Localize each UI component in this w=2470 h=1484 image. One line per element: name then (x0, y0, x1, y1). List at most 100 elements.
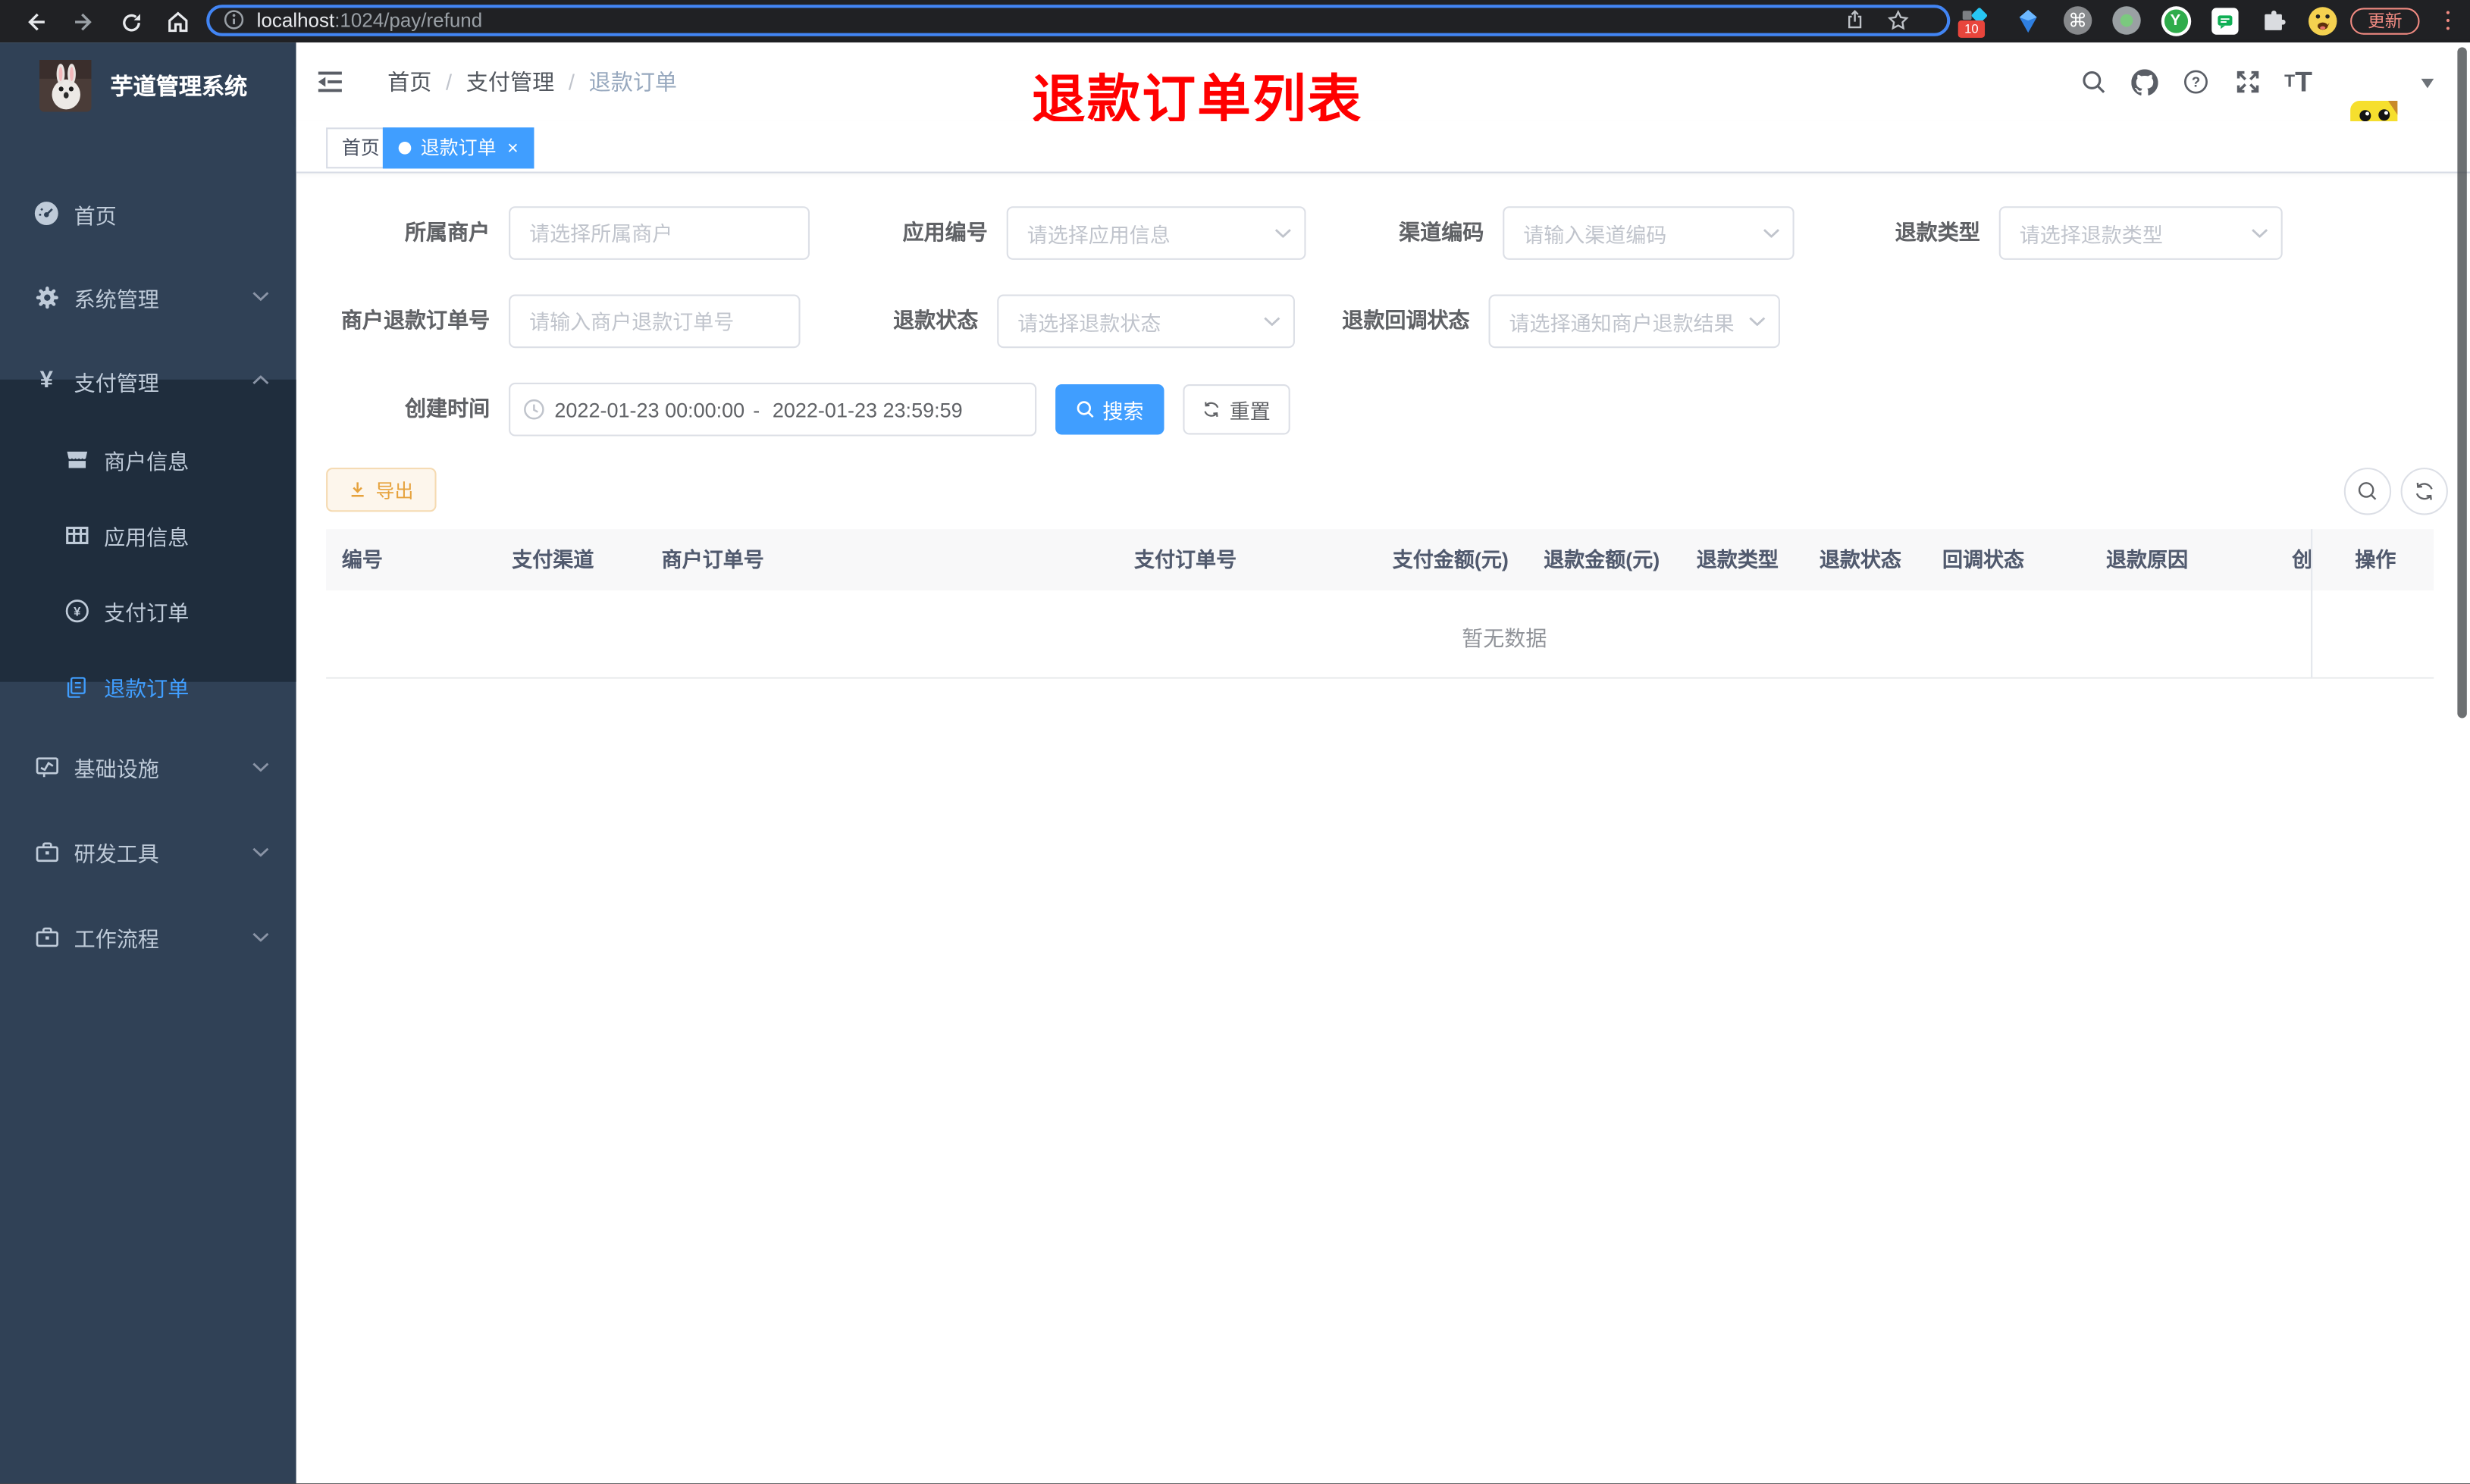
filter-label-create-time: 创建时间 (404, 396, 491, 421)
browser-menu-icon[interactable] (2432, 5, 2464, 36)
url-text: localhost:1024/pay/refund (256, 8, 483, 31)
chevron-down-icon (252, 762, 269, 772)
breadcrumb: 首页 / 支付管理 / 退款订单 (387, 42, 677, 121)
extension-chat-icon[interactable] (2208, 5, 2240, 36)
tab-refund-order[interactable]: 退款订单 × (382, 127, 534, 169)
date-end-value: 2022-01-23 23:59:59 (772, 397, 963, 421)
sidebar-item-merchant-info[interactable]: 商户信息 (0, 422, 296, 498)
sidebar: 芋道管理系统 首页 系统管理 ¥ 支付管理 商户信息 应用信息 ¥ 支付订单 退… (0, 42, 296, 1484)
briefcase-icon (33, 839, 60, 864)
create-time-range-picker[interactable]: 2022-01-23 00:00:00 - 2022-01-23 23:59:5… (509, 382, 1037, 437)
sidebar-item-dev-tools[interactable]: 研发工具 (0, 809, 296, 894)
sidebar-item-label: 商户信息 (104, 450, 190, 474)
column-header: 回调状态 (1942, 548, 2025, 572)
date-separator: - (753, 397, 760, 421)
search-icon[interactable] (2073, 42, 2114, 121)
url-bar[interactable]: localhost:1024/pay/refund (206, 4, 1951, 36)
merchant-input[interactable] (509, 206, 810, 260)
table-search-toggle-button[interactable] (2343, 468, 2392, 515)
column-header: 商户订单号 (661, 548, 764, 572)
sidebar-logo[interactable]: 芋道管理系统 (0, 42, 296, 127)
sidebar-item-infrastructure[interactable]: 基础设施 (0, 725, 296, 809)
sidebar-item-label: 首页 (74, 204, 117, 228)
browser-chrome: localhost:1024/pay/refund 10 ⌘ Y 更新 (0, 0, 2470, 43)
browser-back-icon[interactable] (22, 8, 50, 36)
sidebar-item-pay[interactable]: ¥ 支付管理 (0, 339, 296, 422)
sidebar-item-app-info[interactable]: 应用信息 (0, 498, 296, 574)
merchant-refund-no-input[interactable] (509, 294, 801, 349)
sidebar-item-pay-order[interactable]: ¥ 支付订单 (0, 573, 296, 649)
sidebar-item-refund-order[interactable]: 退款订单 (0, 649, 296, 725)
briefcase-icon (33, 925, 60, 950)
breadcrumb-section[interactable]: 支付管理 (466, 66, 554, 98)
extension-command-icon[interactable]: ⌘ (2062, 5, 2094, 36)
sidebar-item-workflow[interactable]: 工作流程 (0, 894, 296, 979)
app-select[interactable]: 请选择应用信息 (1006, 206, 1306, 260)
fullscreen-icon[interactable] (2227, 42, 2268, 121)
sidebar-item-label: 支付订单 (104, 601, 190, 625)
sidebar-collapse-icon[interactable] (318, 71, 343, 93)
share-icon[interactable] (1845, 9, 1865, 30)
breadcrumb-home[interactable]: 首页 (387, 66, 431, 98)
app-title: 芋道管理系统 (110, 74, 248, 100)
avatar-caret-icon[interactable] (2421, 78, 2434, 89)
filter-label-merchant: 所属商户 (404, 220, 491, 245)
sidebar-item-label: 研发工具 (74, 842, 159, 866)
help-icon[interactable]: ? (2175, 42, 2216, 121)
store-icon (63, 447, 89, 472)
extension-y-icon[interactable]: Y (2160, 5, 2192, 36)
top-navbar: 首页 / 支付管理 / 退款订单 退款订单列表 ? TT (296, 42, 2470, 149)
bookmark-star-icon[interactable] (1887, 8, 1909, 30)
logo-avatar (39, 58, 92, 111)
refund-type-select[interactable]: 请选择退款类型 (1998, 206, 2283, 260)
table-bottom-border (326, 677, 2434, 679)
table-refresh-button[interactable] (2400, 468, 2448, 515)
github-icon[interactable] (2124, 42, 2164, 121)
extensions-puzzle-icon[interactable] (2258, 5, 2290, 36)
callback-status-select[interactable]: 请选择通知商户退款结果 (1488, 294, 1780, 349)
export-button[interactable]: 导出 (326, 468, 437, 512)
table-header-row: 编号 支付渠道 商户订单号 支付订单号 支付金额(元) 退款金额(元) 退款类型… (326, 529, 2312, 591)
site-info-icon[interactable] (224, 9, 244, 30)
browser-forward-icon[interactable] (69, 8, 97, 36)
profile-avatar-icon[interactable] (2306, 5, 2338, 36)
page-scrollbar[interactable] (2457, 47, 2467, 719)
fixed-column-divider (2311, 529, 2313, 679)
refresh-icon (1205, 402, 1220, 418)
column-header-action: 操作 (2311, 529, 2434, 591)
extension-gem-icon[interactable] (2011, 5, 2043, 36)
search-button[interactable]: 搜索 (1055, 384, 1164, 435)
monitor-icon (33, 754, 60, 779)
refund-status-select[interactable]: 请选择退款状态 (997, 294, 1295, 349)
column-header: 支付渠道 (512, 548, 594, 572)
sidebar-item-system[interactable]: 系统管理 (0, 255, 296, 339)
column-header: 创建时间 (2292, 548, 2312, 572)
chevron-down-icon (252, 847, 269, 857)
grid-icon (63, 523, 89, 548)
extension-badge: 10 (1958, 20, 1986, 38)
yen-icon: ¥ (39, 367, 53, 394)
filter-label-app: 应用编号 (902, 220, 988, 245)
tab-label: 首页 (341, 136, 380, 159)
channel-select[interactable]: 请输入渠道编码 (1503, 206, 1795, 260)
chevron-down-icon (1749, 317, 1766, 327)
close-icon[interactable]: × (507, 139, 519, 158)
yen-circle-icon: ¥ (63, 599, 89, 624)
sidebar-item-label: 系统管理 (74, 287, 159, 312)
browser-reload-icon[interactable] (117, 8, 145, 36)
chevron-down-icon (1264, 317, 1280, 327)
active-tab-dot (398, 142, 412, 155)
date-start-value: 2022-01-23 00:00:00 (554, 397, 745, 421)
column-header: 退款类型 (1696, 548, 1779, 572)
chevron-up-icon (252, 375, 269, 385)
extension-green-dot-icon[interactable] (2111, 5, 2142, 36)
reset-button[interactable]: 重置 (1183, 384, 1290, 435)
svg-text:?: ? (2192, 74, 2200, 90)
sidebar-item-label: 基础设施 (74, 757, 159, 781)
browser-home-icon[interactable] (164, 8, 192, 36)
download-icon (352, 482, 365, 497)
sidebar-item-home[interactable]: 首页 (0, 171, 296, 255)
chevron-down-icon (252, 932, 269, 942)
font-size-icon[interactable]: TT (2278, 42, 2319, 121)
browser-update-button[interactable]: 更新 (2350, 8, 2420, 35)
